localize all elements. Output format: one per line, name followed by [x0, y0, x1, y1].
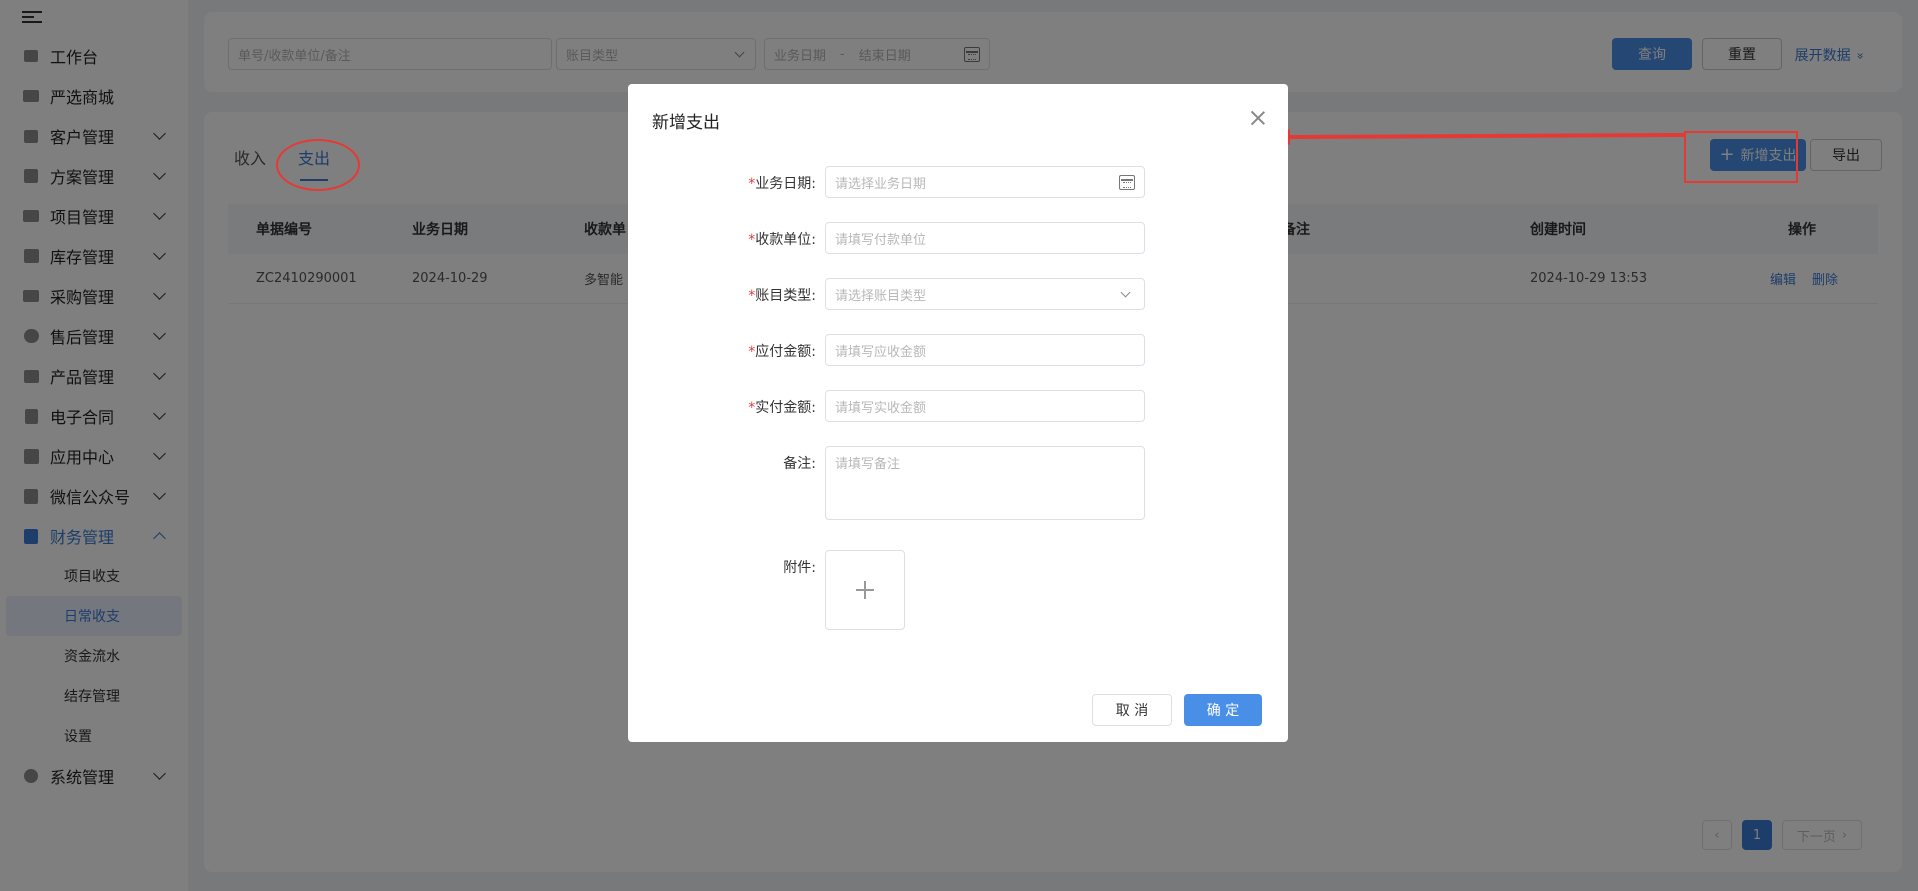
close-icon[interactable] — [1250, 110, 1266, 126]
field-label-text: 实付金额: — [755, 400, 816, 416]
field-label: *收款单位: — [748, 229, 816, 249]
confirm-button[interactable]: 确 定 — [1184, 694, 1262, 726]
paid-amount-input[interactable]: 请填写实收金额 — [825, 390, 1145, 422]
field-label-text: 收款单位: — [755, 232, 816, 248]
field-label: *账目类型: — [748, 285, 816, 305]
remark-textarea[interactable]: 请填写备注 — [825, 446, 1145, 520]
field-label: 附件: — [783, 560, 816, 576]
annotation-arrow — [1270, 129, 1685, 145]
attachment-upload[interactable] — [825, 550, 905, 630]
field-label: *实付金额: — [748, 397, 816, 417]
cancel-button[interactable]: 取 消 — [1092, 694, 1172, 726]
form-row-payable-amount: *应付金额: 请填写应收金额 — [628, 334, 1288, 366]
form-row-paid-amount: *实付金额: 请填写实收金额 — [628, 390, 1288, 422]
calendar-icon — [1119, 175, 1135, 190]
form-row-attachment: 附件: — [628, 550, 1288, 630]
field-label-text: 账目类型: — [755, 288, 816, 304]
field-placeholder: 请选择账目类型 — [835, 288, 927, 304]
annotation-rectangle — [1684, 131, 1798, 183]
field-label-text: 业务日期: — [755, 176, 816, 192]
account-type-dropdown[interactable]: 请选择账目类型 — [825, 278, 1145, 310]
annotation-ellipse — [276, 139, 360, 191]
form-row-payee: *收款单位: 请填写付款单位 — [628, 222, 1288, 254]
field-placeholder: 请选择业务日期 — [835, 176, 927, 192]
form-row-business-date: *业务日期: 请选择业务日期 — [628, 166, 1288, 198]
add-expense-dialog: 新增支出 *业务日期: 请选择业务日期 *收款单位: 请填写付款单位 *账目类型… — [628, 84, 1288, 742]
field-label: 备注: — [783, 456, 816, 472]
field-label: *业务日期: — [748, 173, 816, 193]
form-row-account-type: *账目类型: 请选择账目类型 — [628, 278, 1288, 310]
field-label: *应付金额: — [748, 341, 816, 361]
payee-input[interactable]: 请填写付款单位 — [825, 222, 1145, 254]
dialog-title: 新增支出 — [652, 113, 720, 133]
payable-amount-input[interactable]: 请填写应收金额 — [825, 334, 1145, 366]
plus-icon — [856, 581, 874, 599]
field-label-text: 应付金额: — [755, 344, 816, 360]
business-date-picker[interactable]: 请选择业务日期 — [825, 166, 1145, 198]
chevron-down-icon — [1120, 287, 1131, 298]
form-row-remark: 备注: 请填写备注 — [628, 446, 1288, 520]
